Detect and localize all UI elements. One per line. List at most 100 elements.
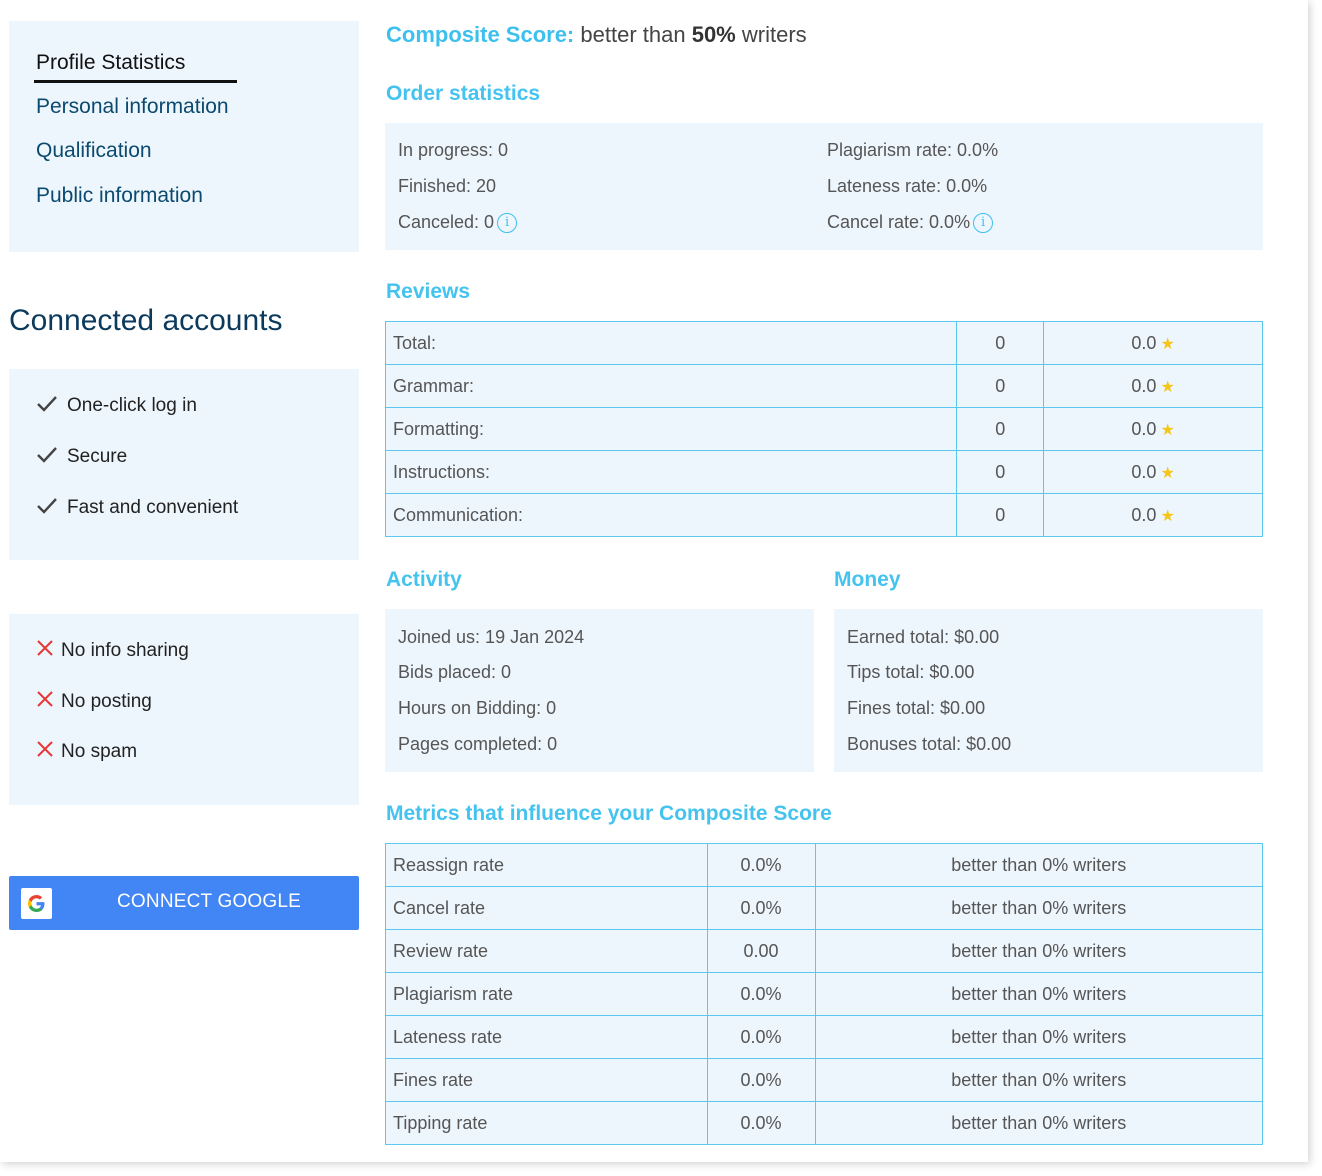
activity-title: Activity: [386, 568, 462, 591]
profile-nav: Profile Statistics Personal information …: [9, 21, 359, 252]
restriction-label: No spam: [61, 741, 138, 762]
metric-value: 0.0%: [706, 886, 816, 930]
metric-compare: better than 0% writers: [814, 843, 1263, 887]
star-icon: ★: [1160, 378, 1175, 396]
stat-canceled-label: Canceled: 0: [398, 212, 495, 232]
table-row: Instructions: 0 0.0 ★: [384, 450, 1263, 494]
stat-plagiarism-rate: Plagiarism rate: 0.0%: [827, 140, 999, 160]
check-icon: [37, 447, 57, 463]
metric-name: Cancel rate: [385, 886, 708, 930]
table-row: Tipping rate 0.0% better than 0% writers: [385, 1101, 1263, 1145]
activity-pages: Pages completed: 0: [398, 734, 558, 754]
review-count: 0: [956, 450, 1045, 494]
review-score: 0.0 ★: [1043, 493, 1263, 537]
metrics-title: Metrics that influence your Composite Sc…: [386, 802, 832, 825]
nav-public-information[interactable]: Public information: [36, 184, 203, 208]
money-panel: Earned total: $0.00 Tips total: $0.00 Fi…: [834, 609, 1263, 772]
review-label: Grammar:: [384, 364, 958, 408]
metric-name: Plagiarism rate: [385, 972, 708, 1016]
close-icon: [37, 640, 53, 656]
metric-name: Fines rate: [385, 1058, 708, 1102]
metrics-table: Reassign rate 0.0% better than 0% writer…: [385, 843, 1263, 1145]
composite-suffix: writers: [741, 22, 807, 47]
connect-google-button[interactable]: CONNECT GOOGLE: [9, 876, 359, 930]
metric-name: Reassign rate: [385, 843, 708, 887]
stat-cancel-rate: Cancel rate: 0.0% i: [827, 212, 994, 234]
composite-prefix: better than: [580, 22, 686, 47]
nav-profile-statistics[interactable]: Profile Statistics: [36, 51, 185, 75]
review-score: 0.0 ★: [1043, 364, 1263, 408]
composite-score: Composite Score: better than 50% writers: [386, 22, 807, 48]
review-score: 0.0 ★: [1043, 407, 1263, 451]
table-row: Fines rate 0.0% better than 0% writers: [385, 1058, 1263, 1102]
restriction-label: No posting: [61, 691, 152, 712]
table-row: Cancel rate 0.0% better than 0% writers: [385, 886, 1263, 930]
activity-bids: Bids placed: 0: [398, 662, 512, 682]
benefit-label: One-click log in: [67, 395, 197, 416]
table-row: Grammar: 0 0.0 ★: [384, 364, 1263, 408]
close-icon: [37, 741, 53, 757]
benefit-label: Secure: [67, 446, 128, 467]
money-earned: Earned total: $0.00: [847, 627, 1000, 647]
review-label: Instructions:: [384, 450, 958, 494]
check-icon: [37, 396, 57, 412]
review-count: 0: [956, 493, 1045, 537]
metric-value: 0.0%: [706, 843, 816, 887]
nav-qualification[interactable]: Qualification: [36, 139, 152, 163]
review-count: 0: [956, 364, 1045, 408]
profile-card: Profile Statistics Personal information …: [0, 0, 1308, 1162]
check-icon: [37, 498, 57, 514]
order-statistics-panel: In progress: 0 Finished: 20 Canceled: 0i…: [385, 123, 1263, 250]
money-bonuses: Bonuses total: $0.00: [847, 734, 1012, 754]
metric-value: 0.0%: [706, 1058, 816, 1102]
table-row: Lateness rate 0.0% better than 0% writer…: [385, 1015, 1263, 1059]
review-count: 0: [956, 407, 1045, 451]
activity-joined: Joined us: 19 Jan 2024: [398, 627, 585, 647]
nav-personal-information[interactable]: Personal information: [36, 95, 229, 119]
metric-compare: better than 0% writers: [814, 886, 1263, 930]
activity-panel: Joined us: 19 Jan 2024 Bids placed: 0 Ho…: [385, 609, 814, 772]
activity-hours: Hours on Bidding: 0: [398, 698, 557, 718]
money-fines: Fines total: $0.00: [847, 698, 986, 718]
metric-value: 0.0%: [706, 1101, 816, 1145]
star-icon: ★: [1160, 335, 1175, 353]
composite-value: 50%: [691, 22, 736, 47]
connected-accounts-title: Connected accounts: [9, 304, 283, 337]
table-row: Total: 0 0.0 ★: [384, 321, 1263, 365]
restriction-label: No info sharing: [61, 640, 189, 661]
review-label: Total:: [384, 321, 958, 365]
restrictions-panel: No info sharing No posting No spam: [9, 614, 359, 805]
metric-name: Tipping rate: [385, 1101, 708, 1145]
stat-finished: Finished: 20: [398, 176, 497, 196]
metric-value: 0.0%: [706, 972, 816, 1016]
benefits-panel: One-click log in Secure Fast and conveni…: [9, 369, 359, 560]
active-tab-underline: [34, 80, 237, 83]
info-icon[interactable]: i: [497, 213, 518, 234]
close-icon: [37, 691, 53, 707]
stat-cancel-rate-label: Cancel rate: 0.0%: [827, 212, 971, 232]
benefit-label: Fast and convenient: [67, 497, 239, 518]
review-label: Formatting:: [384, 407, 958, 451]
stat-lateness-rate: Lateness rate: 0.0%: [827, 176, 988, 196]
review-count: 0: [956, 321, 1045, 365]
metric-compare: better than 0% writers: [814, 1058, 1263, 1102]
star-icon: ★: [1160, 464, 1175, 482]
reviews-table: Total: 0 0.0 ★ Grammar: 0 0.0 ★ Formatting…: [384, 321, 1263, 537]
star-icon: ★: [1160, 421, 1175, 439]
table-row: Reassign rate 0.0% better than 0% writer…: [385, 843, 1263, 887]
metric-name: Lateness rate: [385, 1015, 708, 1059]
info-icon[interactable]: i: [973, 213, 994, 234]
table-row: Plagiarism rate 0.0% better than 0% writ…: [385, 972, 1263, 1016]
reviews-title: Reviews: [386, 280, 471, 303]
table-row: Review rate 0.00 better than 0% writers: [385, 929, 1263, 973]
metric-compare: better than 0% writers: [814, 972, 1263, 1016]
money-title: Money: [834, 568, 901, 591]
stat-canceled: Canceled: 0i: [398, 212, 518, 234]
metric-value: 0.00: [706, 929, 816, 973]
money-tips: Tips total: $0.00: [847, 662, 975, 682]
metric-value: 0.0%: [706, 1015, 816, 1059]
review-score: 0.0 ★: [1043, 450, 1263, 494]
star-icon: ★: [1160, 507, 1175, 525]
metric-compare: better than 0% writers: [814, 929, 1263, 973]
table-row: Formatting: 0 0.0 ★: [384, 407, 1263, 451]
